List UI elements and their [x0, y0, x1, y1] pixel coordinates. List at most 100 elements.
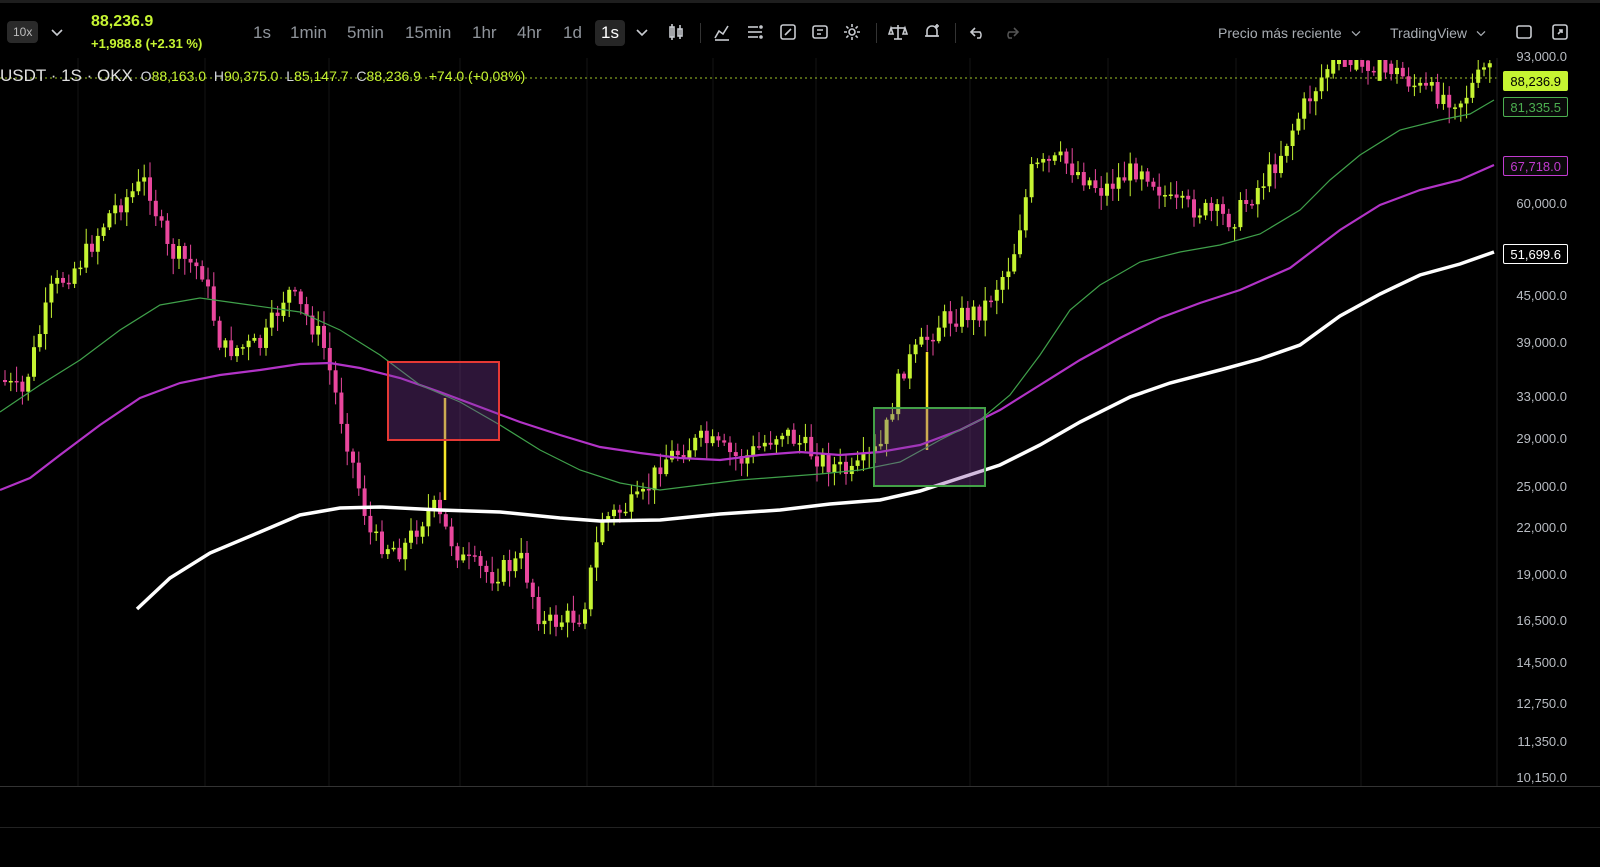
candle-body	[530, 582, 535, 597]
candle-body	[333, 370, 338, 393]
candle-body	[1186, 195, 1191, 200]
candle-body	[1163, 195, 1167, 197]
low-value: 85,147.7	[294, 68, 349, 84]
tab-timeframe-active[interactable]: 1s	[595, 20, 625, 46]
candle-body	[1464, 97, 1469, 104]
tab-timeframe-4hr[interactable]: 4hr	[511, 20, 548, 46]
candle-type-icon[interactable]	[664, 20, 688, 44]
leverage-badge[interactable]: 10x	[7, 21, 39, 43]
candle-body	[432, 499, 437, 509]
redo-icon[interactable]	[999, 20, 1023, 44]
candle-body	[1337, 60, 1341, 65]
candle-body	[1412, 85, 1417, 88]
candle-body	[124, 197, 129, 213]
candle-body	[844, 461, 848, 474]
candle-body	[1012, 254, 1017, 272]
candle-body	[298, 291, 303, 305]
candle-body	[855, 460, 860, 466]
candle-body	[1058, 151, 1063, 156]
candle-body	[1313, 91, 1318, 102]
candle-body	[397, 547, 402, 560]
candle-body	[629, 494, 634, 512]
candle-body	[1076, 172, 1080, 176]
tab-timeframe-5min[interactable]: 5min	[341, 20, 390, 46]
tab-timeframe-1s[interactable]: 1s	[247, 20, 277, 46]
candle-body	[786, 429, 790, 436]
layout-icon[interactable]	[1512, 20, 1536, 44]
chevron-down-icon[interactable]	[630, 20, 654, 44]
candle-body	[223, 340, 228, 348]
candle-body	[525, 552, 529, 583]
price-source-dropdown[interactable]: Precio más reciente	[1218, 20, 1364, 46]
candle-body	[1267, 164, 1272, 187]
candle-body	[14, 380, 19, 383]
candle-body	[1371, 70, 1376, 73]
candle-body	[95, 235, 100, 252]
candle-body	[1470, 82, 1475, 98]
candle-body	[994, 289, 999, 301]
tab-timeframe-1hr[interactable]: 1hr	[466, 20, 503, 46]
candle-body	[136, 181, 141, 192]
candle-body	[907, 354, 912, 379]
candle-body	[1255, 187, 1260, 205]
highlight-box-green[interactable]	[873, 407, 986, 487]
candle-body	[815, 456, 819, 467]
candle-body	[1441, 94, 1446, 105]
candle-body	[148, 177, 152, 201]
chevron-down-icon	[1351, 30, 1361, 37]
candle-body	[1197, 215, 1202, 218]
candle-body	[1052, 155, 1057, 161]
candle-body	[1447, 94, 1452, 108]
compare-scale-icon[interactable]	[886, 20, 910, 44]
symbol-label[interactable]: USDT · 1S · OKX	[0, 66, 133, 85]
templates-icon[interactable]	[808, 20, 832, 44]
indicators-icon[interactable]	[710, 20, 734, 44]
candle-body	[414, 530, 419, 537]
gear-icon[interactable]	[840, 20, 864, 44]
candle-body	[188, 258, 193, 263]
candle-body	[1180, 195, 1185, 198]
tab-timeframe-15min[interactable]: 15min	[399, 20, 457, 46]
highlight-box-red[interactable]	[387, 361, 500, 441]
candle-body	[472, 555, 477, 557]
candle-body	[554, 614, 558, 627]
candle-body	[496, 581, 500, 584]
candle-body	[1093, 180, 1098, 189]
fullscreen-icon[interactable]	[1548, 20, 1572, 44]
price-tag: 88,236.9	[1503, 71, 1568, 91]
candle-body	[623, 511, 628, 514]
price-tick-label: 33,000.0	[1516, 389, 1567, 404]
chart-engine-dropdown[interactable]: TradingView	[1390, 20, 1489, 46]
legend-change: +74.0 (+0,08%)	[428, 68, 526, 84]
candle-body	[728, 442, 732, 453]
alert-add-icon[interactable]	[920, 20, 944, 44]
candle-body	[1047, 158, 1051, 161]
drawing-tools-icon[interactable]	[776, 20, 800, 44]
candle-body	[26, 376, 31, 392]
price-tick-label: 93,000.0	[1516, 49, 1567, 64]
toolbar-divider	[876, 23, 877, 43]
candle-body	[1134, 163, 1138, 180]
candle-body	[588, 567, 593, 610]
chevron-down-icon[interactable]	[45, 20, 69, 44]
price-tag: 51,699.6	[1503, 244, 1568, 264]
candle-body	[983, 300, 988, 321]
candle-body	[1342, 60, 1347, 67]
price-tick-label: 16,500.0	[1516, 613, 1567, 628]
undo-icon[interactable]	[966, 20, 990, 44]
candle-body	[449, 526, 454, 547]
candle-body	[704, 430, 709, 444]
tab-timeframe-1d[interactable]: 1d	[557, 20, 588, 46]
candle-body	[49, 283, 54, 303]
close-value: 88,236.9	[366, 68, 421, 84]
candle-body	[675, 450, 680, 455]
candlestick-chart[interactable]	[0, 58, 1600, 786]
candle-body	[1000, 277, 1005, 290]
tab-timeframe-1min[interactable]: 1min	[284, 20, 333, 46]
candle-body	[1383, 60, 1388, 73]
list-icon[interactable]	[743, 20, 767, 44]
candle-body	[1215, 204, 1220, 211]
candle-body	[1151, 181, 1156, 187]
chart-grid	[77, 58, 1362, 786]
candle-body	[240, 347, 245, 349]
